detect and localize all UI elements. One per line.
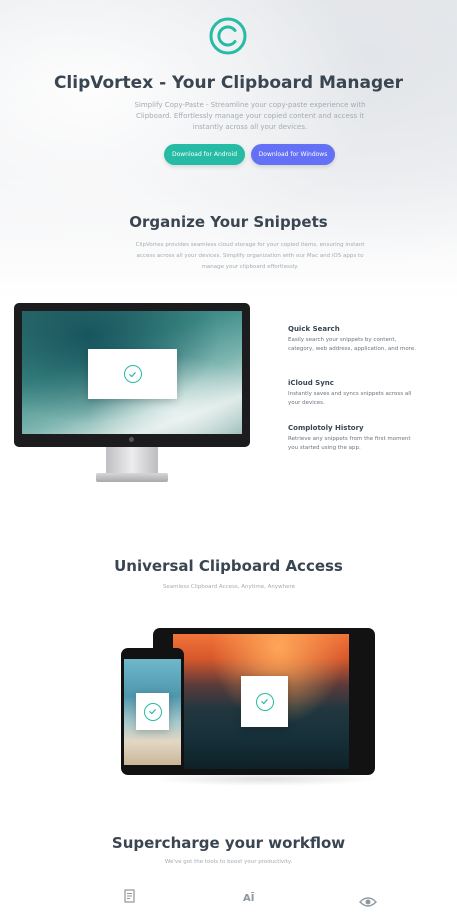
- feature-title-quick-search: Quick Search: [288, 325, 340, 333]
- access-subtitle: Seamless Clipboard Access, Anytime, Anyw…: [162, 584, 296, 590]
- download-android-button[interactable]: Download for Android: [164, 144, 245, 165]
- feature-title-history: Complotoly History: [288, 424, 364, 432]
- check-icon: [143, 702, 162, 721]
- monitor-stand-base: [96, 473, 168, 482]
- feature-text-icloud-sync: Instantly saves and syncs snippets acros…: [288, 391, 412, 406]
- eye-icon: [359, 893, 377, 907]
- download-windows-button[interactable]: Download for Windows: [251, 144, 335, 165]
- organize-description: ClipVortex provides seamless cloud stora…: [135, 242, 365, 270]
- feature-text-quick-search: Easily search your snippets by content, …: [288, 337, 416, 352]
- organize-title: Organize Your Snippets: [129, 213, 328, 231]
- document-icon: [123, 889, 137, 904]
- monitor-stand: [106, 447, 158, 474]
- feature-title-icloud-sync: iCloud Sync: [288, 379, 334, 387]
- access-title: Universal Clipboard Access: [114, 557, 343, 575]
- workflow-title: Supercharge your workflow: [111, 834, 346, 852]
- text-cursor-icon: AĪ: [243, 893, 255, 904]
- feature-text-history: Retrieve any snippets from the first mom…: [288, 436, 411, 451]
- phone-check-card: [136, 693, 169, 730]
- check-icon: [255, 692, 274, 711]
- check-icon: [123, 365, 142, 383]
- monitor-check-card: [88, 349, 177, 399]
- hero-title: ClipVortex - Your Clipboard Manager: [53, 73, 404, 93]
- tablet-check-card: [241, 676, 288, 727]
- hero-description: Simplify Copy-Paste - Streamline your co…: [134, 101, 366, 131]
- workflow-subtitle: We've got the tools to boost your produc…: [164, 859, 293, 865]
- monitor-chin: [14, 434, 250, 447]
- clipvortex-logo-icon: [208, 16, 248, 56]
